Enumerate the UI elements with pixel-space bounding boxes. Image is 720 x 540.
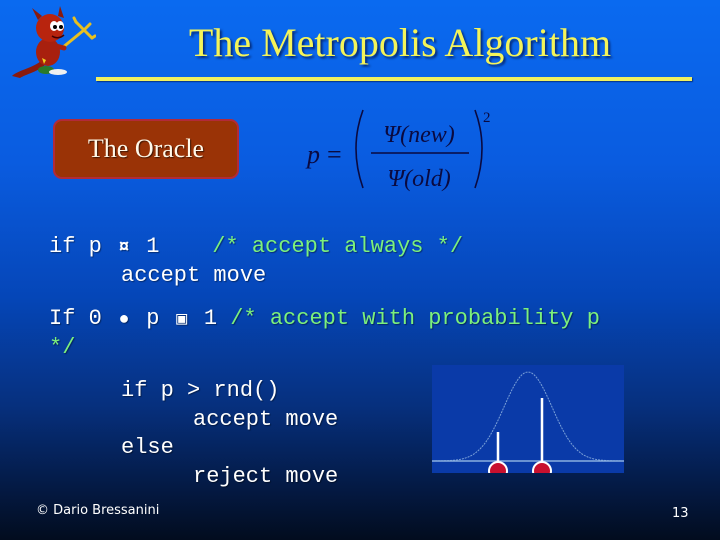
right-paren (474, 109, 483, 189)
code-line-8: reject move (193, 464, 339, 489)
slide-title: The Metropolis Algorithm (188, 20, 612, 65)
oracle-label: The Oracle (87, 134, 205, 163)
code-line-2: accept move (121, 263, 267, 288)
left-paren (355, 109, 364, 189)
formula-exponent: 2 (483, 110, 491, 126)
trident-icon (60, 16, 96, 50)
formula-numerator: Ψ(new) (383, 122, 455, 148)
code-line-6: accept move (193, 407, 339, 432)
acceptance-formula: p = Ψ(new) Ψ(old) 2 (305, 109, 491, 192)
broken-glyph-floppy-icon: ▣ (176, 310, 188, 330)
title-underline (96, 77, 692, 81)
code-line-1: if p ¤ 1 /* accept always */ (49, 232, 463, 263)
code-line-3: If 0 ● p ▣ 1 /* accept with probability … (49, 304, 600, 335)
page-number: 13 (672, 506, 689, 521)
sample-marker-right (532, 461, 552, 473)
code-line-7: else (121, 435, 174, 460)
sample-marker-left (488, 461, 508, 473)
footer-copyright: © Dario Bressanini (36, 503, 160, 518)
gaussian-figure (432, 365, 624, 473)
bsd-daemon-icon (12, 6, 96, 78)
broken-glyph-circle-icon: ● (118, 310, 130, 330)
code-comment: /* accept with probability p (230, 306, 600, 331)
formula-equals: = (327, 140, 342, 169)
code-line-4: */ (49, 335, 76, 360)
formula-lhs: p (305, 140, 320, 169)
oracle-box: The Oracle (53, 119, 239, 179)
code-line-5: if p > rnd() (121, 378, 280, 403)
broken-glyph-icon: ¤ (118, 238, 130, 258)
formula-denominator: Ψ(old) (387, 166, 451, 192)
code-comment: /* accept always */ (212, 234, 464, 259)
figure-background (432, 365, 624, 473)
